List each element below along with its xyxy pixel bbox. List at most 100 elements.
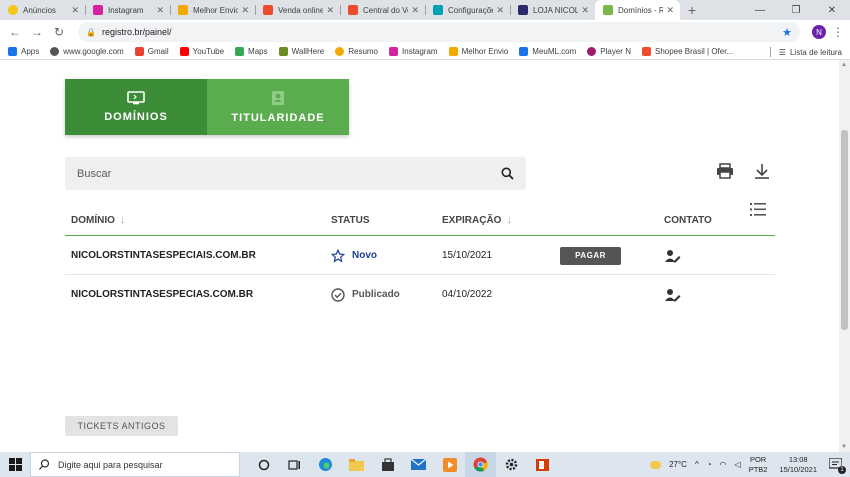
cortana-icon[interactable]: [248, 452, 279, 477]
close-icon[interactable]: ✕: [326, 5, 334, 16]
scroll-down-icon[interactable]: ▼: [841, 444, 847, 450]
bookmark-apps[interactable]: Apps: [8, 47, 39, 56]
tab-favicon: [348, 5, 358, 15]
bookmark-label: www.google.com: [63, 47, 124, 56]
lock-icon[interactable]: 🔒: [86, 28, 96, 37]
settings-gear-icon[interactable]: [496, 452, 527, 477]
bookmark-instagram[interactable]: Instagram: [389, 47, 438, 56]
store-icon[interactable]: [372, 452, 403, 477]
globe-icon: [50, 47, 60, 56]
windows-start-icon[interactable]: [0, 452, 30, 477]
chevron-up-icon[interactable]: ^: [695, 460, 699, 469]
tab-title: Melhor Envio: [193, 5, 239, 15]
chrome-icon[interactable]: [465, 452, 496, 477]
reading-list[interactable]: ☰ Lista de leitura: [769, 44, 842, 60]
edge-icon[interactable]: [310, 452, 341, 477]
language-indicator[interactable]: POR PTB2: [749, 455, 768, 475]
weather-icon[interactable]: [650, 460, 662, 469]
print-icon[interactable]: [716, 163, 734, 179]
office-icon[interactable]: [527, 452, 558, 477]
youtube-icon: [179, 47, 189, 56]
tab-domains[interactable]: DOMÍNIOS: [65, 79, 207, 135]
browser-tab-venda-online[interactable]: Venda online ✕: [255, 0, 340, 20]
search-input[interactable]: Buscar: [77, 168, 501, 180]
close-icon[interactable]: ✕: [581, 5, 589, 16]
section-switcher: DOMÍNIOS TITULARIDADE: [65, 79, 349, 135]
system-clock[interactable]: 13:08 15/10/2021: [779, 455, 817, 475]
wifi-icon[interactable]: ◠: [720, 460, 727, 469]
browser-tab-configuracoes[interactable]: Configuraçõe ✕: [425, 0, 510, 20]
restore-icon[interactable]: ❐: [778, 0, 814, 20]
column-list-icon[interactable]: [750, 203, 766, 216]
back-icon[interactable]: ←: [6, 23, 24, 41]
tab-title: Instagram: [108, 5, 144, 15]
browser-tab-loja[interactable]: LOJA NICOLO✕: [510, 0, 595, 20]
scroll-up-icon[interactable]: ▲: [841, 62, 847, 68]
browser-tab-central-vendedor[interactable]: Central do Ve ✕: [340, 0, 425, 20]
browser-tab-melhor-envio[interactable]: Melhor Envio ✕: [170, 0, 255, 20]
header-domain[interactable]: DOMÍNIO ↓: [71, 214, 125, 226]
close-icon[interactable]: ✕: [241, 5, 249, 16]
minimize-icon[interactable]: —: [742, 0, 778, 20]
bookmark-shopee[interactable]: Shopee Brasil | Ofer...: [641, 47, 733, 56]
volume-icon[interactable]: ◁: [735, 460, 741, 469]
reload-icon[interactable]: ↻: [50, 23, 68, 41]
pay-button[interactable]: PAGAR: [560, 246, 621, 265]
new-tab-button[interactable]: +: [680, 0, 704, 20]
file-explorer-icon[interactable]: [341, 452, 372, 477]
close-window-icon[interactable]: ✕: [814, 0, 850, 20]
edit-contact-icon[interactable]: [665, 275, 681, 314]
search-box[interactable]: Buscar: [65, 157, 526, 190]
tab-title: Configuraçõe: [448, 5, 494, 15]
table-row[interactable]: NICOLORSTINTASESPECIAS.COM.BR Publicado …: [65, 275, 775, 314]
address-bar[interactable]: 🔒 registro.br/painel/ ★: [78, 22, 800, 42]
url-text[interactable]: registro.br/painel/: [102, 27, 776, 37]
browser-tab-anuncios[interactable]: Anúncios ✕: [0, 0, 85, 20]
close-icon[interactable]: ✕: [411, 5, 419, 16]
bookmark-maps[interactable]: Maps: [235, 47, 268, 56]
tab-ownership[interactable]: TITULARIDADE: [207, 79, 349, 135]
bookmark-label: MeuML.com: [532, 47, 577, 56]
bookmark-wallhere[interactable]: WallHere: [278, 47, 324, 56]
tab-favicon: [8, 5, 18, 15]
close-icon[interactable]: ✕: [156, 5, 164, 16]
profile-avatar[interactable]: N: [812, 25, 826, 39]
notification-icon[interactable]: 1: [828, 456, 846, 474]
bookmark-gmail[interactable]: Gmail: [134, 47, 169, 56]
bookmark-youtube[interactable]: YouTube: [179, 47, 224, 56]
network-icon[interactable]: ◔: [707, 460, 712, 469]
scroll-thumb[interactable]: [841, 130, 848, 330]
download-icon[interactable]: [754, 163, 770, 179]
bookmark-melhor-envio[interactable]: Melhor Envio: [448, 47, 508, 56]
check-circle-icon: [331, 287, 345, 302]
bookmark-meuml[interactable]: MeuML.com: [519, 47, 576, 56]
window-controls: — ❐ ✕: [742, 0, 850, 20]
domain-name[interactable]: NICOLORSTINTASESPECIAIS.COM.BR: [71, 236, 256, 275]
header-expiry[interactable]: EXPIRAÇÃO ↓: [442, 214, 512, 226]
taskbar-search[interactable]: Digite aqui para pesquisar: [30, 452, 240, 477]
old-tickets-button[interactable]: TICKETS ANTIGOS: [65, 416, 178, 436]
forward-icon[interactable]: →: [28, 23, 46, 41]
mail-icon[interactable]: [403, 452, 434, 477]
taskbar-search-input[interactable]: Digite aqui para pesquisar: [58, 460, 163, 470]
menu-icon[interactable]: ⋮: [832, 25, 844, 39]
weather-temp[interactable]: 27°C: [669, 460, 687, 469]
browser-tab-instagram[interactable]: Instagram ✕: [85, 0, 170, 20]
task-view-icon[interactable]: [279, 452, 310, 477]
browser-tab-dominios[interactable]: Domínios - R ✕: [595, 0, 680, 20]
edit-contact-icon[interactable]: [665, 236, 681, 275]
search-icon[interactable]: [501, 167, 514, 180]
close-icon[interactable]: ✕: [71, 5, 79, 16]
close-icon[interactable]: ✕: [496, 5, 504, 16]
bookmark-google[interactable]: www.google.com: [50, 47, 124, 56]
bookmark-star-icon[interactable]: ★: [782, 26, 792, 39]
page-scrollbar[interactable]: ▲ ▼: [839, 60, 850, 452]
domain-name[interactable]: NICOLORSTINTASESPECIAS.COM.BR: [71, 275, 253, 314]
table-row[interactable]: NICOLORSTINTASESPECIAIS.COM.BR Novo 15/1…: [65, 236, 775, 275]
media-player-icon[interactable]: [434, 452, 465, 477]
language-code: POR: [749, 454, 767, 464]
bookmark-resumo[interactable]: Resumo: [335, 47, 378, 56]
bookmark-player[interactable]: Player N: [587, 47, 631, 56]
star-outline-icon: [331, 248, 345, 262]
close-icon[interactable]: ✕: [666, 5, 674, 16]
